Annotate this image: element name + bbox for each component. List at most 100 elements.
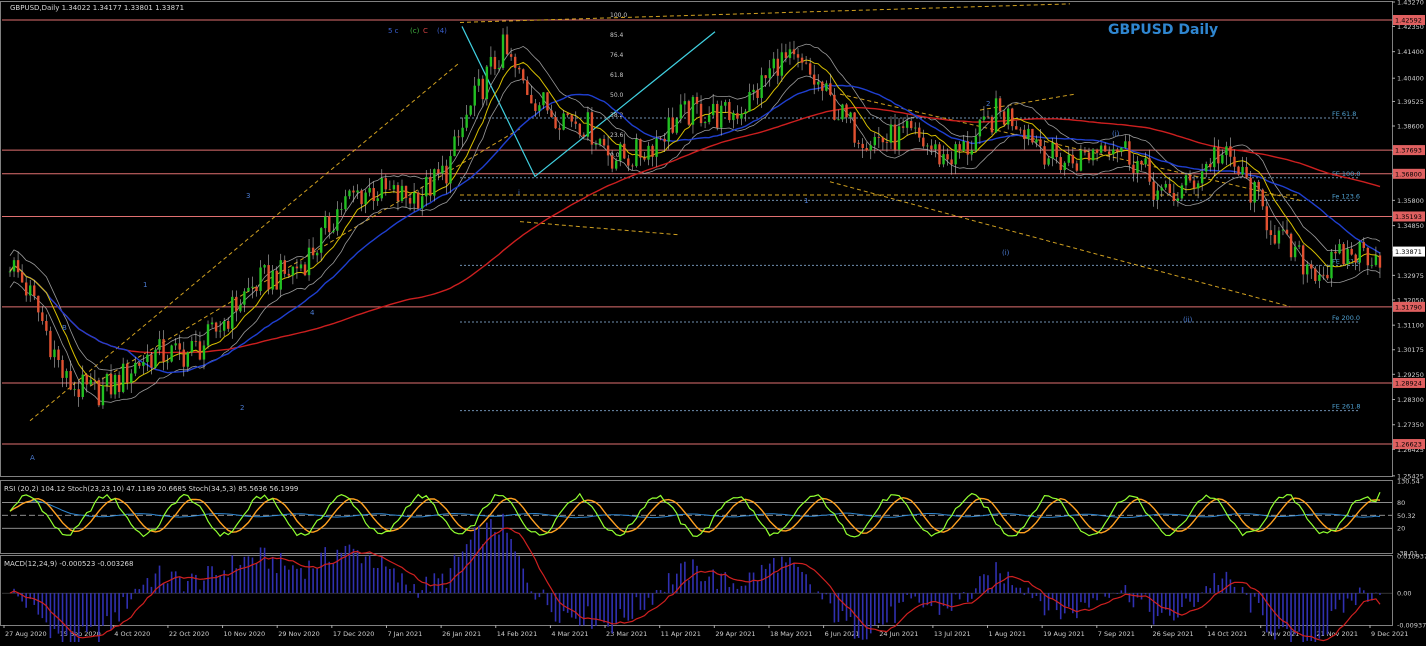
candle-body [554, 117, 557, 129]
date-tick-label: 18 May 2021 [770, 630, 812, 638]
candle-body [1108, 151, 1111, 155]
candle-body [699, 103, 703, 124]
candle-body [1366, 247, 1370, 266]
candle-body [81, 374, 84, 397]
candle-body [934, 144, 937, 150]
candle-body [16, 260, 20, 273]
candle-body [942, 154, 945, 165]
candle-body [1140, 160, 1143, 165]
candle-body [752, 89, 755, 92]
candle-body [675, 118, 678, 133]
candle-body [235, 296, 238, 312]
price-tick-label: 1.34850 [1397, 222, 1424, 230]
symbol-label: GBPUSD,Daily 1.34022 1.34177 1.33801 1.3… [10, 4, 184, 12]
level-price-label: 1.26623 [1395, 441, 1422, 449]
candle-body [841, 104, 844, 120]
candle-body [408, 197, 412, 204]
candle-body [380, 178, 383, 199]
candle-body [1269, 230, 1273, 235]
candle-body [222, 321, 226, 331]
candle-body [158, 339, 161, 350]
candle-body [497, 67, 501, 69]
candle-body [1297, 245, 1301, 247]
candle-body [542, 92, 545, 106]
candle-body [311, 247, 315, 256]
wave-label: 4 [310, 309, 315, 317]
candle-body [897, 126, 901, 150]
candle-body [1019, 129, 1022, 131]
candle-body [1087, 152, 1091, 161]
candle-body [1051, 142, 1054, 159]
trend-channel-line [519, 221, 681, 236]
candle-body [1289, 233, 1293, 258]
candle-body [833, 94, 836, 120]
candle-body [566, 113, 569, 116]
candle-body [974, 136, 978, 151]
price-tick-label: 1.29250 [1397, 371, 1424, 379]
candle-body [287, 273, 291, 276]
candle-body [614, 160, 618, 169]
candle-body [530, 94, 533, 104]
candle-body [970, 150, 973, 155]
candle-body [594, 144, 598, 145]
candle-body [263, 265, 266, 268]
candle-body [1342, 243, 1345, 265]
price-tick-label: 1.38600 [1397, 123, 1424, 131]
candle-body [130, 373, 133, 383]
date-tick-label: 14 Feb 2021 [497, 630, 537, 638]
candle-body [29, 285, 32, 296]
candle-body [998, 98, 1002, 112]
candle-body [590, 112, 594, 145]
wave-label: 1 [143, 281, 147, 289]
candle-body [909, 121, 913, 129]
candle-body [570, 115, 573, 122]
candle-body [493, 56, 497, 69]
candle-body [392, 185, 396, 190]
candle-body [162, 339, 165, 362]
candle-body [845, 104, 848, 118]
candle-body [1067, 154, 1070, 163]
candle-body [170, 345, 173, 362]
candle-body [186, 352, 190, 367]
chart-title: GBPUSD Daily [1108, 22, 1219, 38]
wave-label: (ii) [1183, 316, 1193, 324]
candle-body [889, 124, 893, 143]
wave-label: 5 c [388, 27, 399, 35]
candle-body [643, 157, 646, 160]
price-tick-label: 1.32975 [1397, 272, 1424, 280]
candle-body [1330, 251, 1333, 279]
candle-body [812, 74, 816, 85]
macd-tick-label: 0.00 [1397, 590, 1411, 598]
candle-body [796, 54, 800, 58]
date-tick-label: 7 Jan 2021 [387, 630, 422, 638]
wave-label: (4) [437, 27, 447, 35]
candle-body [550, 110, 553, 118]
candle-body [210, 322, 214, 325]
candle-body [1196, 183, 1200, 189]
wave-label: (i) [1112, 130, 1120, 138]
price-tick-label: 1.30175 [1397, 346, 1424, 354]
candle-body [198, 341, 202, 360]
candle-body [772, 58, 775, 69]
candle-body [954, 144, 957, 165]
price-tick-label: 1.39525 [1397, 98, 1424, 106]
candle-body [465, 114, 468, 128]
candle-body [744, 111, 747, 114]
candle-body [760, 75, 763, 98]
candle-body [1354, 254, 1357, 263]
osc-tick-label: 50.32 [1397, 512, 1416, 520]
date-tick-label: 7 Sep 2021 [1098, 630, 1135, 638]
chart-canvas[interactable]: 1.432701.423501.414001.404001.395251.386… [0, 0, 1426, 646]
candle-body [1293, 246, 1297, 258]
candle-body [695, 96, 699, 104]
candle-body [194, 341, 198, 342]
fib-extension-label: Fe 123.6 [1332, 192, 1360, 200]
fib-retracement-label: 23.6 [610, 132, 624, 139]
candle-body [513, 56, 517, 68]
candle-body [881, 137, 885, 143]
current-price-label: 1.33871 [1395, 248, 1422, 256]
candle-body [687, 101, 691, 125]
level-price-label: 1.31790 [1395, 303, 1422, 311]
candle-body [990, 116, 994, 133]
candle-body [1031, 128, 1034, 143]
